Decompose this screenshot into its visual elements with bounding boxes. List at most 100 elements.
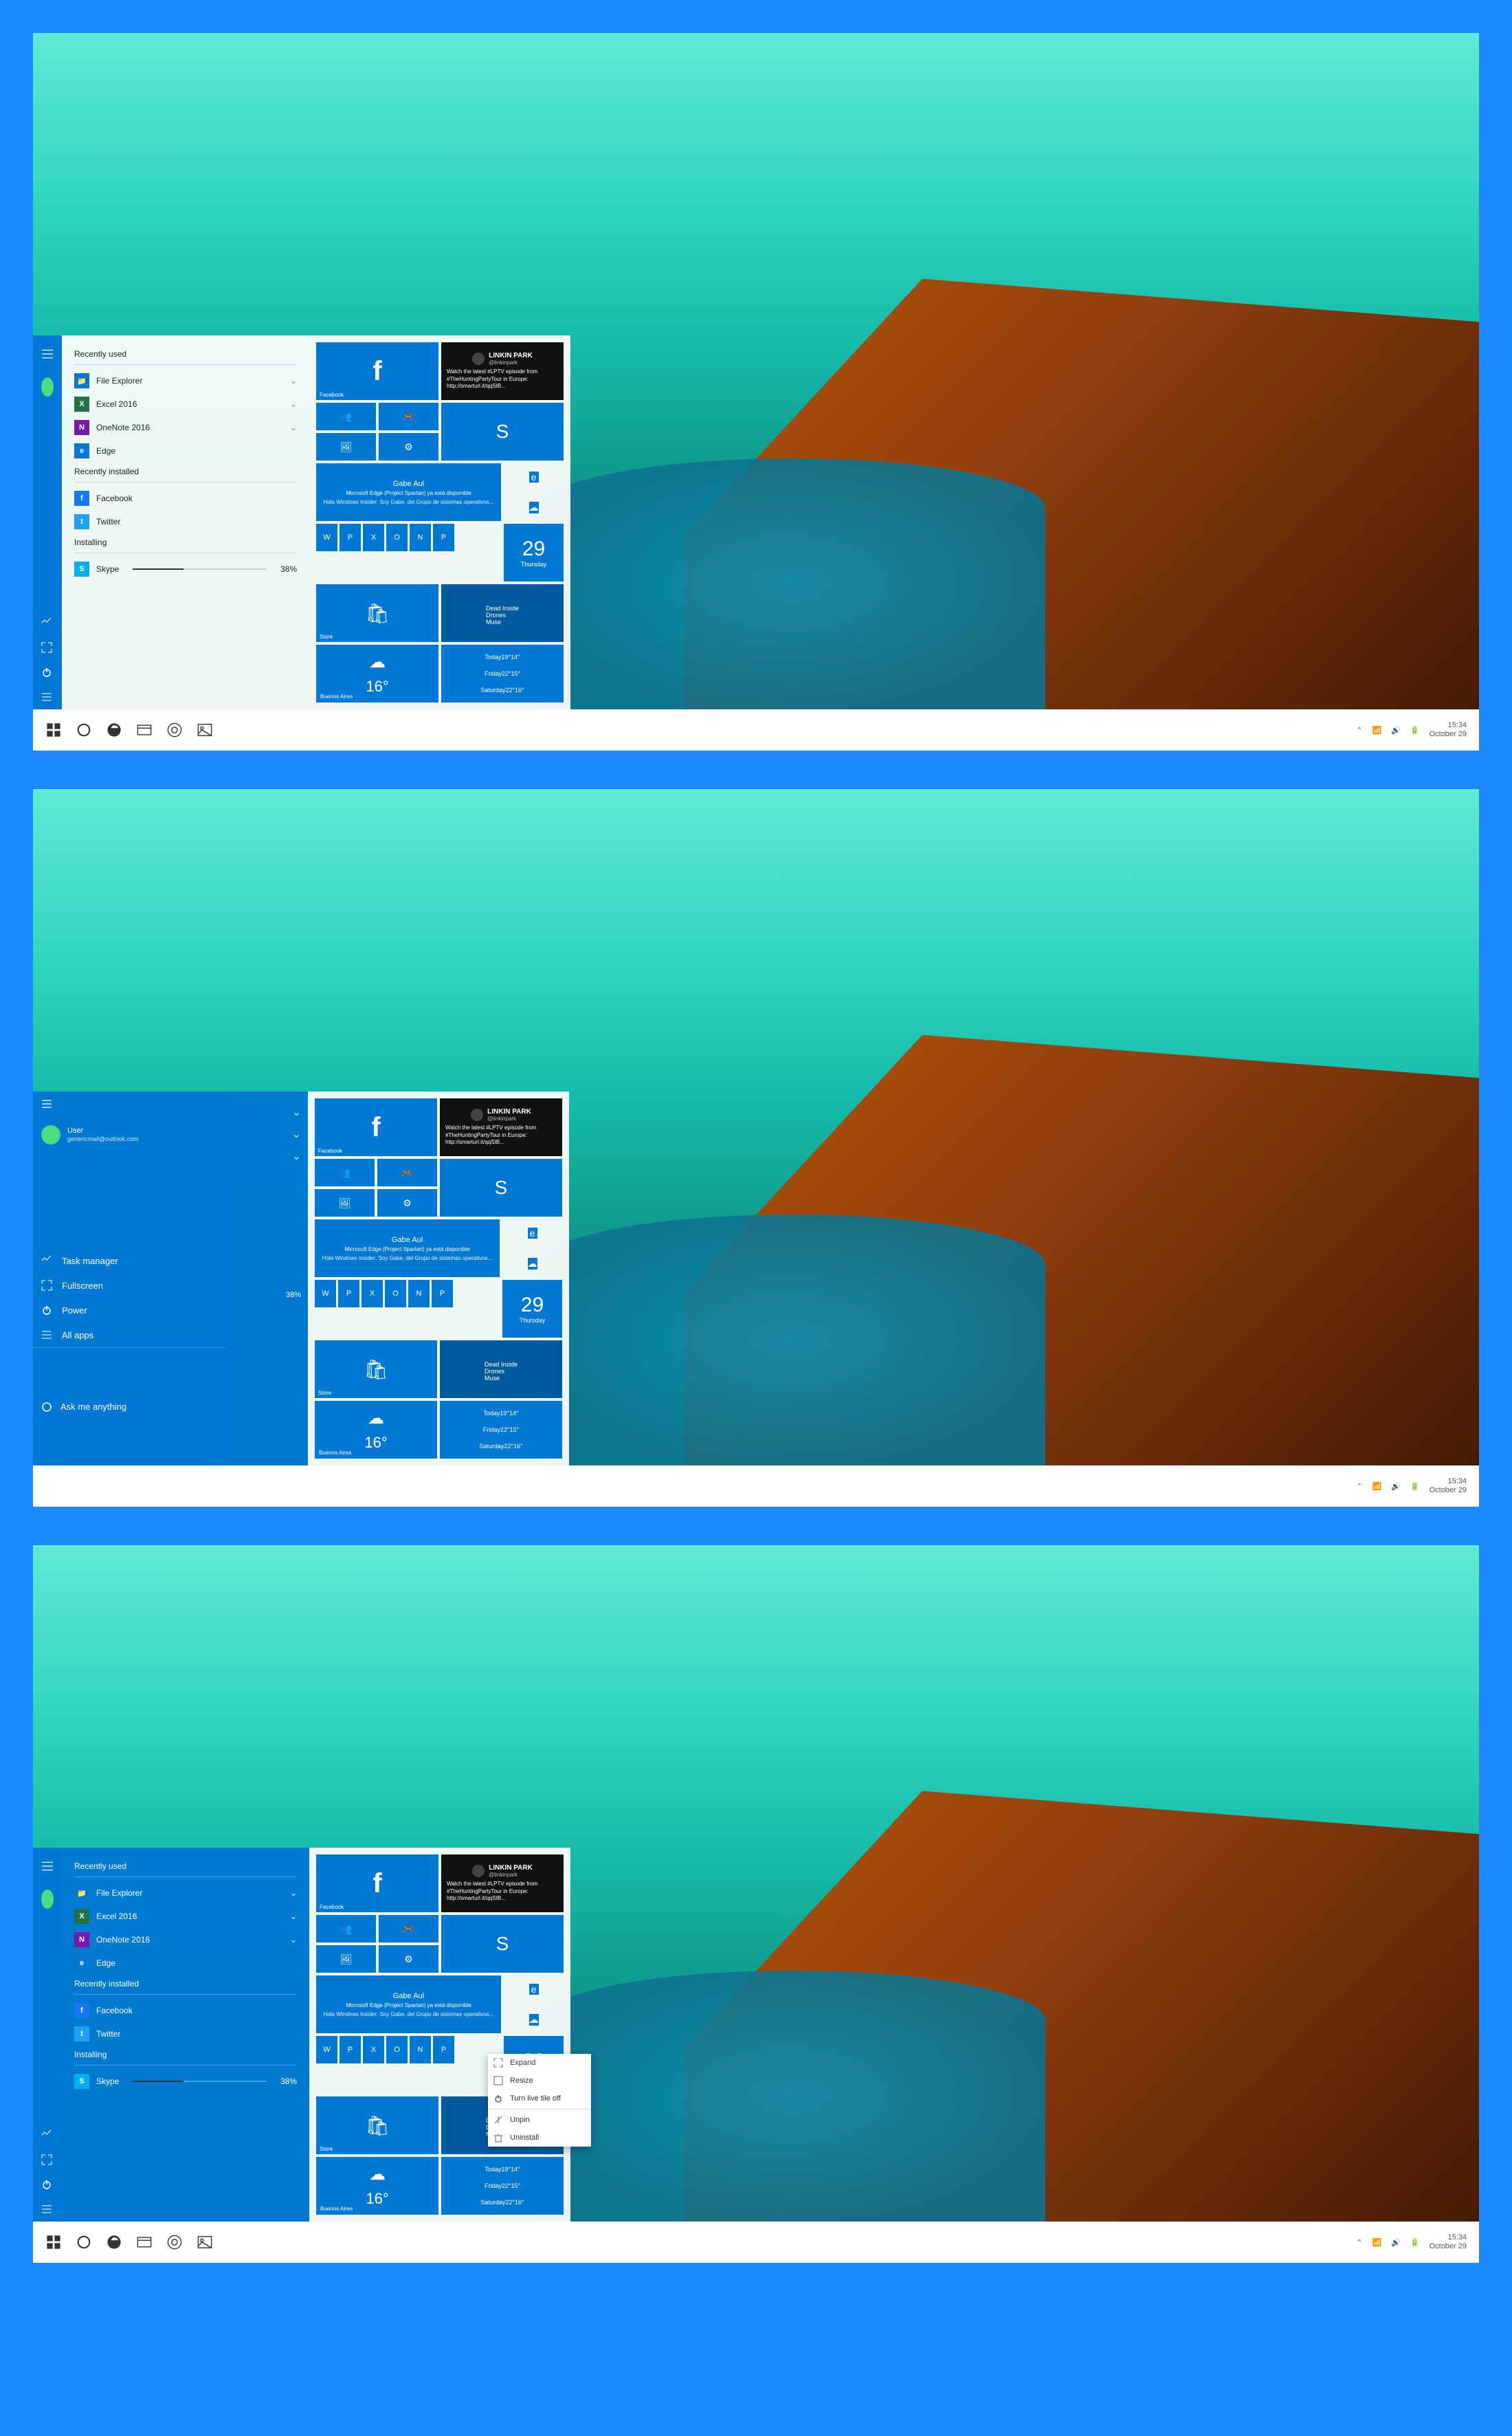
power-button[interactable]: [33, 660, 62, 685]
app-excel[interactable]: XExcel 2016⌄: [74, 392, 297, 416]
tray-battery-icon[interactable]: 🔋: [1410, 2238, 1420, 2247]
office-tile-onenote[interactable]: N: [410, 524, 431, 551]
tile-facebook[interactable]: fFacebook: [316, 342, 438, 400]
tile-linkin-park[interactable]: LINKIN PARK@linkinpark Watch the latest …: [440, 1098, 562, 1156]
tile-gabe-aul[interactable]: Gabe Aul Microsoft Edge (Project Spartan…: [316, 463, 501, 521]
tray-battery-icon[interactable]: 🔋: [1410, 726, 1420, 735]
office-tile-excel[interactable]: X: [362, 1280, 383, 1307]
tile-weather[interactable]: ☁16°Buenos Aires: [315, 1401, 437, 1459]
taskbar-file-explorer[interactable]: [129, 715, 159, 745]
office-tile-outlook[interactable]: O: [385, 1280, 406, 1307]
start-button[interactable]: [38, 2227, 69, 2257]
app-edge[interactable]: eEdge: [74, 1951, 297, 1975]
user-profile[interactable]: Usergenericmail@outlook.com: [33, 1120, 225, 1150]
tile-music[interactable]: Dead InsideDronesMuse: [440, 1340, 562, 1398]
app-facebook[interactable]: fFacebook: [74, 1999, 297, 2022]
app-twitter[interactable]: tTwitter: [74, 510, 297, 533]
office-tile-word[interactable]: W: [316, 2036, 337, 2063]
tile-forecast[interactable]: Today19°14° Friday22°15° Saturday22°16°: [440, 1401, 562, 1459]
fullscreen-button[interactable]: [33, 2147, 62, 2172]
taskbar-photos[interactable]: [190, 2227, 220, 2257]
mini-tile-edge[interactable]: e: [529, 472, 539, 483]
tile-store[interactable]: 🛍Store: [316, 584, 438, 642]
taskbar-settings[interactable]: [159, 715, 190, 745]
hamburger-icon[interactable]: [33, 1092, 225, 1120]
office-tile-onenote[interactable]: N: [410, 2036, 431, 2063]
app-facebook[interactable]: fFacebook: [74, 487, 297, 510]
tile-calendar[interactable]: 29Thursday: [502, 1280, 562, 1338]
tray-volume-icon[interactable]: 🔊: [1391, 726, 1401, 735]
office-tile-onenote[interactable]: N: [408, 1280, 430, 1307]
tray-volume-icon[interactable]: 🔊: [1391, 2238, 1401, 2247]
tile-forecast[interactable]: Today19°14° Friday22°15° Saturday22°16°: [441, 2157, 564, 2215]
mini-tile-settings[interactable]: ⚙: [377, 1189, 437, 1217]
tile-facebook[interactable]: fFacebook: [316, 1854, 438, 1912]
office-tile-publisher[interactable]: P: [432, 1280, 453, 1307]
mini-tile-photos[interactable]: 🖼: [316, 433, 376, 461]
app-file-explorer[interactable]: 📁File Explorer⌄: [74, 1881, 297, 1905]
tray-chevron-icon[interactable]: ⌃: [1356, 2238, 1362, 2247]
ctx-expand[interactable]: Expand: [488, 2054, 591, 2072]
user-avatar[interactable]: [33, 1883, 62, 1916]
taskbar-file-explorer[interactable]: [129, 2227, 159, 2257]
tile-skype[interactable]: S: [441, 403, 564, 461]
taskbar-photos[interactable]: [190, 715, 220, 745]
tile-music[interactable]: Dead InsideDronesMuse: [441, 584, 564, 642]
mini-tile-onedrive[interactable]: ☁: [529, 502, 539, 513]
task-manager-button[interactable]: [33, 610, 62, 635]
tile-gabe-aul[interactable]: Gabe Aul Microsoft Edge (Project Spartan…: [315, 1219, 500, 1277]
tray-clock[interactable]: 15:34October 29: [1430, 2233, 1467, 2251]
mini-tile-contacts[interactable]: 👥: [316, 403, 376, 430]
all-apps-button[interactable]: All apps: [33, 1322, 225, 1347]
mini-tile-settings[interactable]: ⚙: [379, 433, 438, 461]
app-onenote[interactable]: NOneNote 2016⌄: [74, 416, 297, 439]
mini-tile-settings[interactable]: ⚙: [379, 1945, 438, 1973]
mini-tile-xbox[interactable]: 🎮: [379, 403, 438, 430]
office-tile-publisher[interactable]: P: [433, 2036, 454, 2063]
tile-store[interactable]: 🛍Store: [315, 1340, 437, 1398]
tray-chevron-icon[interactable]: ⌃: [1356, 1482, 1362, 1491]
taskbar-settings[interactable]: [159, 2227, 190, 2257]
app-skype-installing[interactable]: SSkype38%: [74, 557, 297, 581]
app-edge[interactable]: eEdge: [74, 439, 297, 463]
office-tile-excel[interactable]: X: [363, 2036, 384, 2063]
tile-weather[interactable]: ☁16°Buenos Aires: [316, 645, 438, 702]
mini-tile-photos[interactable]: 🖼: [315, 1189, 375, 1217]
cortana-button[interactable]: [69, 2227, 99, 2257]
tile-skype[interactable]: S: [441, 1915, 564, 1973]
tray-volume-icon[interactable]: 🔊: [1391, 1482, 1401, 1491]
tile-calendar[interactable]: 29Thursday: [504, 524, 564, 582]
tray-wifi-icon[interactable]: 📶: [1372, 2238, 1381, 2247]
mini-tile-xbox[interactable]: 🎮: [379, 1915, 438, 1942]
power-button[interactable]: Power: [33, 1298, 225, 1322]
all-apps-button[interactable]: [33, 685, 62, 709]
office-tile-powerpoint[interactable]: P: [340, 2036, 361, 2063]
tray-battery-icon[interactable]: 🔋: [1410, 1482, 1420, 1491]
office-tile-word[interactable]: W: [315, 1280, 336, 1307]
mini-tile-contacts[interactable]: 👥: [316, 1915, 376, 1942]
hamburger-icon[interactable]: [33, 1853, 62, 1883]
tray-clock[interactable]: 15:34October 29: [1430, 1477, 1467, 1495]
app-twitter[interactable]: tTwitter: [74, 2022, 297, 2046]
office-tile-powerpoint[interactable]: P: [340, 524, 361, 551]
tile-facebook[interactable]: fFacebook: [315, 1098, 437, 1156]
office-tile-powerpoint[interactable]: P: [338, 1280, 359, 1307]
taskbar-edge[interactable]: [99, 715, 129, 745]
app-excel[interactable]: XExcel 2016⌄: [74, 1905, 297, 1928]
ctx-uninstall[interactable]: Uninstall: [488, 2129, 591, 2147]
hamburger-icon[interactable]: [33, 341, 62, 370]
tile-forecast[interactable]: Today19°14° Friday22°15° Saturday22°16°: [441, 645, 564, 702]
cortana-search[interactable]: Ask me anything: [33, 1347, 225, 1465]
tile-gabe-aul[interactable]: Gabe Aul Microsoft Edge (Project Spartan…: [316, 1975, 501, 2033]
app-skype-installing[interactable]: SSkype38%: [74, 2070, 297, 2093]
tile-linkin-park[interactable]: LINKIN PARK@linkinpark Watch the latest …: [441, 342, 564, 400]
task-manager-button[interactable]: Task manager: [33, 1248, 225, 1273]
task-manager-button[interactable]: [33, 2123, 62, 2147]
chevron-down-icon[interactable]: ⌄: [232, 1145, 301, 1167]
mini-tile-onedrive[interactable]: ☁: [529, 2014, 539, 2026]
office-tile-outlook[interactable]: O: [386, 524, 408, 551]
mini-tile-edge[interactable]: e: [529, 1984, 539, 1995]
chevron-down-icon[interactable]: ⌄: [232, 1123, 301, 1145]
cortana-button[interactable]: [69, 715, 99, 745]
office-tile-publisher[interactable]: P: [433, 524, 454, 551]
